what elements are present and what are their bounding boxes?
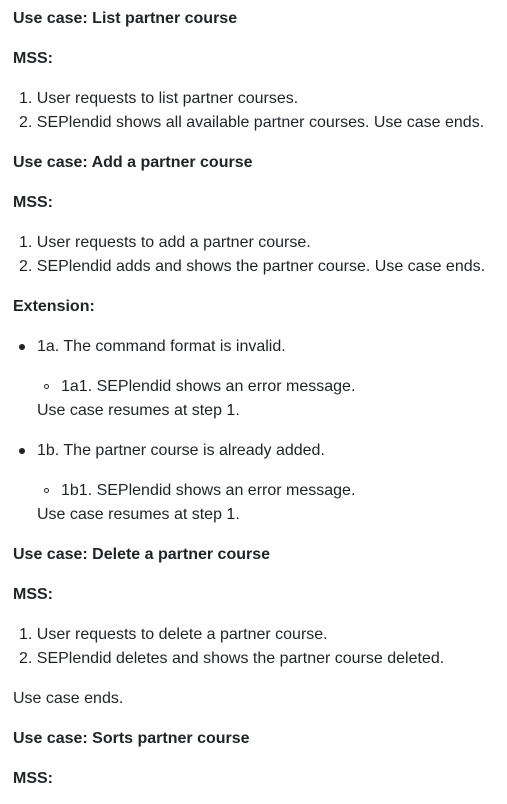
bullet-icon <box>19 344 25 350</box>
extension-label: Extension: <box>13 298 95 315</box>
extension-item: 1a. The command format is invalid. <box>37 338 286 355</box>
mss-step: 1. User requests to add a partner course… <box>19 234 311 251</box>
bullet-icon <box>19 448 25 454</box>
mss-step: 1. User requests to list partner courses… <box>19 90 299 107</box>
use-case-heading-list: Use case: List partner course <box>13 10 238 27</box>
extension-sub-item: 1a1. SEPlendid shows an error message. <box>61 378 356 395</box>
mss-step: 2. SEPlendid deletes and shows the partn… <box>19 650 445 667</box>
mss-label: MSS: <box>13 50 53 67</box>
mss-step: 2. SEPlendid adds and shows the partner … <box>19 258 486 275</box>
extension-sub-item: 1b1. SEPlendid shows an error message. <box>61 482 356 499</box>
mss-step: 1. User requests to delete a partner cou… <box>19 626 328 643</box>
extension-resume: Use case resumes at step 1. <box>37 506 240 523</box>
document-page: Use case: List partner course MSS: 1. Us… <box>0 0 507 804</box>
extension-item: 1b. The partner course is already added. <box>37 442 325 459</box>
circle-bullet-icon <box>44 488 49 493</box>
circle-bullet-icon <box>44 384 49 389</box>
mss-step: 2. SEPlendid shows all available partner… <box>19 114 485 131</box>
use-case-heading-add: Use case: Add a partner course <box>13 154 253 171</box>
use-case-heading-delete: Use case: Delete a partner course <box>13 546 271 563</box>
mss-label: MSS: <box>13 770 53 787</box>
extension-resume: Use case resumes at step 1. <box>37 402 240 419</box>
mss-label: MSS: <box>13 194 53 211</box>
use-case-trailer: Use case ends. <box>13 690 124 707</box>
mss-label: MSS: <box>13 586 53 603</box>
use-case-heading-sort: Use case: Sorts partner course <box>13 730 250 747</box>
